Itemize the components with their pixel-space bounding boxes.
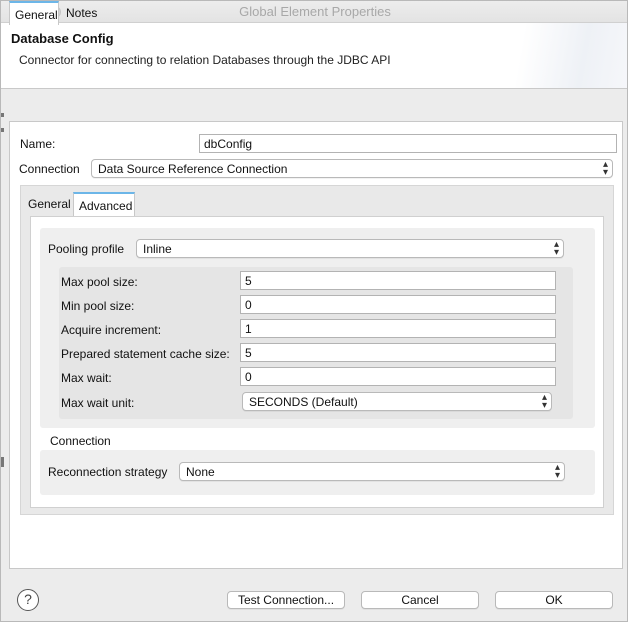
- connection-select[interactable]: Data Source Reference Connection ▴ ▾: [91, 159, 613, 178]
- reconnection-strategy-value: None: [186, 465, 215, 479]
- pooling-profile-label: Pooling profile: [48, 242, 125, 256]
- pooling-fields-group: Max pool size: 5 Min pool size: 0 Acquir…: [59, 267, 573, 419]
- test-connection-button[interactable]: Test Connection...: [227, 591, 345, 609]
- pooling-profile-group: Pooling profile Inline ▴ ▾ Max pool size:…: [40, 228, 595, 428]
- tab-general[interactable]: General: [9, 1, 59, 25]
- reconnection-strategy-label: Reconnection strategy: [48, 465, 168, 479]
- name-label: Name:: [20, 137, 56, 151]
- name-input[interactable]: dbConfig: [199, 134, 617, 153]
- header-description: Connector for connecting to relation Dat…: [19, 53, 391, 67]
- help-glyph: ?: [24, 591, 32, 607]
- reconnection-strategy-select[interactable]: None ▴ ▾: [179, 462, 565, 481]
- edge-mark: [1, 113, 4, 117]
- header-title: Database Config: [11, 31, 114, 46]
- max-pool-size-label: Max pool size:: [61, 275, 138, 289]
- tab-notes-label: Notes: [66, 6, 98, 20]
- connection-label: Connection: [19, 162, 80, 176]
- chevron-up-down-icon: ▴ ▾: [554, 462, 560, 481]
- pooling-profile-select[interactable]: Inline ▴ ▾: [136, 239, 564, 258]
- edge-mark: [1, 128, 4, 132]
- chevron-up-down-icon: ▴ ▾: [541, 392, 547, 411]
- max-wait-label: Max wait:: [61, 371, 112, 385]
- edge-mark: [1, 457, 4, 467]
- inner-tab-advanced-label: Advanced: [79, 199, 133, 213]
- tab-notes[interactable]: Notes: [61, 1, 105, 25]
- dialog-window: Global Element Properties Database Confi…: [0, 0, 628, 622]
- dialog-header: Database Config Connector for connecting…: [1, 23, 627, 89]
- max-wait-unit-label: Max wait unit:: [61, 396, 135, 410]
- tab-general-label: General: [15, 8, 58, 22]
- acquire-increment-input[interactable]: 1: [240, 319, 556, 338]
- reconnection-group: Reconnection strategy None ▴ ▾: [40, 450, 595, 495]
- connection-config-panel: General Advanced Pooling profile Inline …: [20, 185, 614, 515]
- chevron-up-down-icon: ▴ ▾: [553, 239, 559, 258]
- max-wait-unit-select[interactable]: SECONDS (Default) ▴ ▾: [242, 392, 552, 411]
- min-pool-size-input[interactable]: 0: [240, 295, 556, 314]
- chevron-up-down-icon: ▴ ▾: [602, 159, 608, 178]
- advanced-tab-content: Pooling profile Inline ▴ ▾ Max pool size:…: [30, 216, 604, 508]
- acquire-increment-label: Acquire increment:: [61, 323, 162, 337]
- ok-button[interactable]: OK: [495, 591, 613, 609]
- prepared-statement-cache-size-label: Prepared statement cache size:: [61, 347, 230, 361]
- min-pool-size-label: Min pool size:: [61, 299, 135, 313]
- question-circle-icon[interactable]: ?: [17, 589, 39, 611]
- inner-tab-general[interactable]: General: [23, 192, 73, 216]
- max-wait-unit-value: SECONDS (Default): [249, 395, 358, 409]
- connection-select-value: Data Source Reference Connection: [98, 162, 288, 176]
- max-pool-size-input[interactable]: 5: [240, 271, 556, 290]
- general-tab-content: Name: dbConfig Connection Data Source Re…: [9, 121, 623, 569]
- prepared-statement-cache-size-input[interactable]: 5: [240, 343, 556, 362]
- pooling-profile-value: Inline: [143, 242, 172, 256]
- max-wait-input[interactable]: 0: [240, 367, 556, 386]
- connection-section-title: Connection: [50, 434, 111, 448]
- cancel-button[interactable]: Cancel: [361, 591, 479, 609]
- inner-tab-general-label: General: [28, 197, 71, 211]
- inner-tab-advanced[interactable]: Advanced: [73, 192, 135, 216]
